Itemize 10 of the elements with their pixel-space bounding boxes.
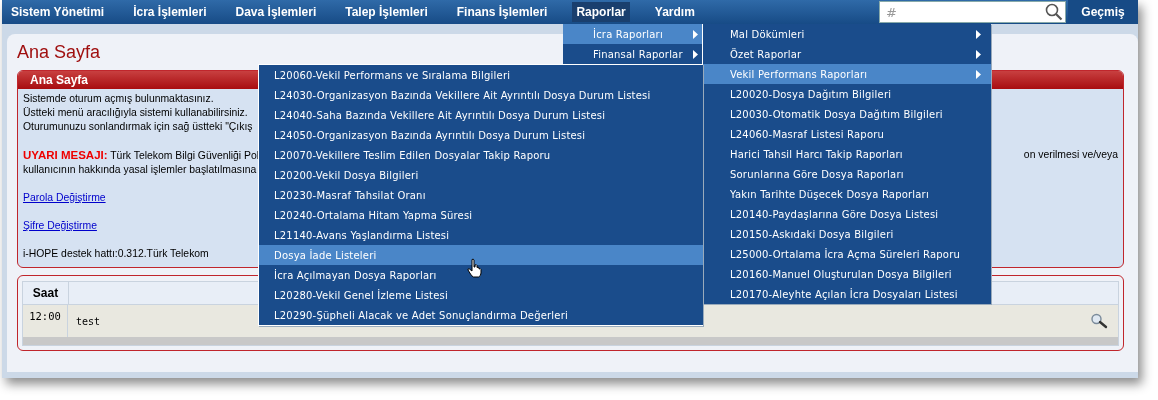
warning-text: kullanıcının hakkında yasal işlemler başlatılmasına — [23, 163, 257, 177]
info-text: Sistemde oturum açmış bulunmaktasınız. — [23, 92, 214, 106]
info-text: Oturumunuzu sonlandırmak için sağ üstteki "Çıkış — [23, 120, 253, 134]
page-title: Ana Sayfa — [17, 41, 101, 64]
column-header: Saat — [23, 282, 69, 304]
warning-text: UYARI MESAJI: Türk Telekom Bilgi Güvenliği Pol — [23, 148, 260, 163]
support-text: i-HOPE destek hattı:0.312.Türk Telekom — [23, 247, 209, 261]
table-cell: test — [76, 316, 101, 327]
warning-text: on verilmesi ve/veya — [1023, 148, 1118, 162]
info-text: Üstteki menü aracılığıyla sistemi kullanabilirsiniz. — [23, 106, 248, 120]
